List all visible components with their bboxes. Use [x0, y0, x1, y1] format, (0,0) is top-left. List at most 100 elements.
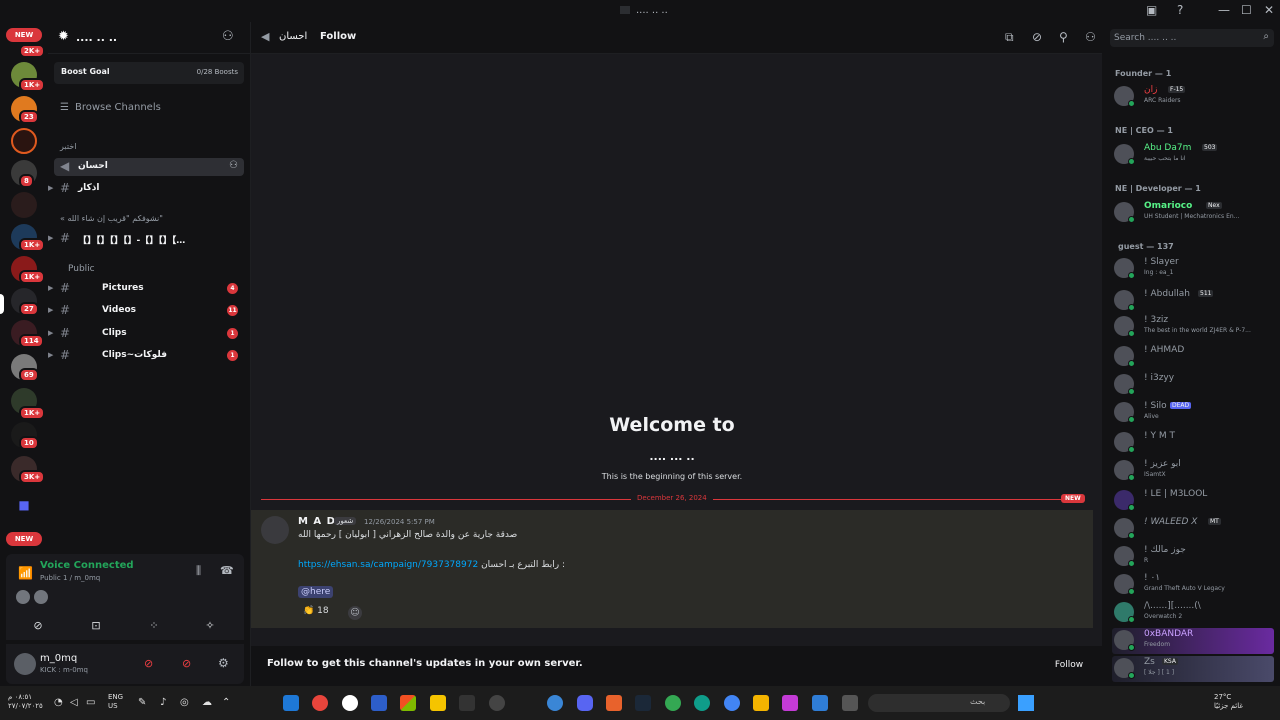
- weather-widget[interactable]: 27°C غائم جزئيًا: [1214, 693, 1243, 711]
- app-icon[interactable]: [694, 695, 710, 711]
- app-icon[interactable]: [312, 695, 328, 711]
- category-header[interactable]: Public: [68, 264, 95, 274]
- mention[interactable]: @here: [298, 586, 334, 598]
- channel-athkar[interactable]: ▶ # اذكار: [48, 180, 244, 198]
- clock[interactable]: ٠٨:٥١ م ٢٧/٠٧/٢٠٢٥: [8, 693, 43, 711]
- channel-voice-ehsan[interactable]: ◀ احسان ⚇: [54, 158, 244, 176]
- server-header[interactable]: ✹ .... .. .. ⚇: [48, 22, 250, 54]
- member-row[interactable]: Zs KSA [ جلا ] [ 1 ]: [1112, 656, 1274, 682]
- new-unreads-pill[interactable]: NEW: [6, 28, 42, 42]
- channel-videos[interactable]: ▶ # Videos 11: [48, 302, 244, 320]
- member-row[interactable]: ! Slayer Ing : ea_1: [1112, 256, 1274, 282]
- channel-symbols[interactable]: ▶ # 【】【】【】【】-【】【】【…: [48, 230, 244, 248]
- new-unreads-pill[interactable]: NEW: [6, 532, 42, 546]
- app-icon[interactable]: [547, 695, 563, 711]
- search-box[interactable]: ⌕: [1110, 29, 1274, 47]
- avatar[interactable]: [14, 653, 36, 675]
- windows-start-icon[interactable]: [1018, 695, 1034, 711]
- app-icon[interactable]: [606, 695, 622, 711]
- boost-goal-bar[interactable]: Boost Goal 0/28 Boosts: [54, 62, 244, 84]
- app-icon[interactable]: [459, 695, 475, 711]
- invite-icon[interactable]: ⚇: [222, 29, 234, 44]
- member-row[interactable]: ! Abdullah 511: [1112, 288, 1274, 314]
- tray-icon[interactable]: ◎: [180, 697, 189, 708]
- channel-pictures[interactable]: ▶ # Pictures 4: [48, 280, 244, 298]
- threads-icon[interactable]: ⧉: [1005, 30, 1014, 45]
- member-row[interactable]: ! Y M T: [1112, 430, 1274, 456]
- app-icon[interactable]: [665, 695, 681, 711]
- app-icon[interactable]: [400, 695, 416, 711]
- username[interactable]: m_0mq: [40, 653, 77, 664]
- member-row[interactable]: ! LE | M3LOOL: [1112, 488, 1274, 514]
- member-row[interactable]: ! ٠١ Grand Theft Auto V Legacy: [1112, 572, 1274, 598]
- message-link[interactable]: https://ehsan.sa/campaign/7937378972: [298, 560, 478, 570]
- folder-icon[interactable]: ■: [11, 492, 37, 518]
- avatar[interactable]: [34, 590, 48, 604]
- member-row[interactable]: Abu Da7m 503 انا ما بتحب حبيبة: [1112, 142, 1274, 168]
- voice-channel-sub[interactable]: Public 1 / m_0mq: [40, 574, 100, 582]
- avatar[interactable]: [16, 590, 30, 604]
- member-row[interactable]: ! i3zyy: [1112, 372, 1274, 398]
- app-icon[interactable]: [430, 695, 446, 711]
- network-icon[interactable]: ▭: [86, 697, 95, 708]
- member-row[interactable]: Omarioco Nex UH Student | Mechatronics En.…: [1112, 200, 1274, 226]
- follow-button[interactable]: Follow: [1045, 656, 1093, 674]
- member-row[interactable]: ! ﺟﻮﺯ ﻣﺎﻟﻚ R: [1112, 544, 1274, 570]
- app-icon[interactable]: [842, 695, 858, 711]
- pin-icon[interactable]: ⚲: [1059, 30, 1068, 44]
- deafen-icon[interactable]: ⊘: [182, 657, 191, 670]
- message-author[interactable]: M A D: [298, 516, 336, 527]
- app-icon[interactable]: [753, 695, 769, 711]
- app-icon[interactable]: [635, 695, 651, 711]
- app-icon[interactable]: [812, 695, 828, 711]
- category-header[interactable]: اختبر: [60, 142, 76, 151]
- tray-icon[interactable]: ◔: [54, 697, 63, 708]
- taskbar-search[interactable]: بحث: [868, 694, 1010, 712]
- channel-clips-vlogs[interactable]: ▶ # Clips~فلوكات 1: [48, 347, 244, 365]
- add-member-icon[interactable]: ⚇: [229, 160, 238, 171]
- mute-icon[interactable]: ⊘: [144, 657, 153, 670]
- pen-icon[interactable]: ✎: [138, 697, 146, 708]
- language-indicator[interactable]: ENG US: [108, 693, 123, 711]
- app-icon[interactable]: [782, 695, 798, 711]
- app-icon[interactable]: [489, 695, 505, 711]
- camera-off-button[interactable]: ⊘: [18, 616, 58, 636]
- app-icon[interactable]: [283, 695, 299, 711]
- maximize-icon[interactable]: ☐: [1241, 3, 1252, 17]
- search-icon[interactable]: ⌕: [1263, 31, 1269, 42]
- chevron-up-icon[interactable]: ⌃: [222, 697, 230, 708]
- noise-suppression-icon[interactable]: ⫼: [196, 564, 201, 578]
- header-follow-button[interactable]: Follow: [320, 31, 356, 42]
- inbox-icon[interactable]: ▣: [1146, 3, 1157, 17]
- browse-channels[interactable]: ☰ Browse Channels: [60, 102, 161, 113]
- member-row[interactable]: ! WALEED X MT: [1112, 516, 1274, 542]
- member-row[interactable]: ﺯﺍﻥ F-15 ARC Raiders: [1112, 84, 1274, 110]
- activities-button[interactable]: ⁘: [134, 616, 174, 636]
- guild-tag[interactable]: شعور: [334, 517, 357, 525]
- category-header[interactable]: « نشوفكم "قريب إن شاء الله": [60, 214, 163, 223]
- mic-icon[interactable]: ♪: [160, 697, 166, 708]
- minimize-icon[interactable]: —: [1218, 3, 1230, 17]
- member-row[interactable]: ! ﺍﺑﻮ ﻋﺰﻳﺰ ISamtX: [1112, 458, 1274, 484]
- members-icon[interactable]: ⚇: [1085, 30, 1096, 44]
- reaction[interactable]: 👏 18: [298, 604, 340, 622]
- member-row[interactable]: /\......][.......(\ Overwatch 2: [1112, 600, 1274, 626]
- signal-icon[interactable]: 📶: [18, 566, 33, 580]
- member-row[interactable]: ! AHMAD: [1112, 344, 1274, 370]
- member-row[interactable]: 0xBANDAR Freedom: [1112, 628, 1274, 654]
- app-icon[interactable]: [371, 695, 387, 711]
- gear-icon[interactable]: ⚙: [218, 656, 229, 670]
- volume-icon[interactable]: ◁: [70, 697, 78, 708]
- member-row[interactable]: ! Silo DEAD Alive: [1112, 400, 1274, 426]
- discord-app-icon[interactable]: [577, 695, 593, 711]
- voice-status[interactable]: Voice Connected: [40, 560, 134, 571]
- avatar[interactable]: [261, 516, 289, 544]
- server-icon[interactable]: [11, 192, 37, 218]
- close-icon[interactable]: ✕: [1264, 3, 1274, 17]
- disconnect-icon[interactable]: ☎: [220, 564, 234, 577]
- screen-share-button[interactable]: ⊡: [76, 616, 116, 636]
- app-icon[interactable]: [342, 695, 358, 711]
- channel-clips[interactable]: ▶ # Clips 1: [48, 325, 244, 343]
- soundboard-button[interactable]: ✧: [190, 616, 230, 636]
- search-input[interactable]: [1114, 31, 1252, 45]
